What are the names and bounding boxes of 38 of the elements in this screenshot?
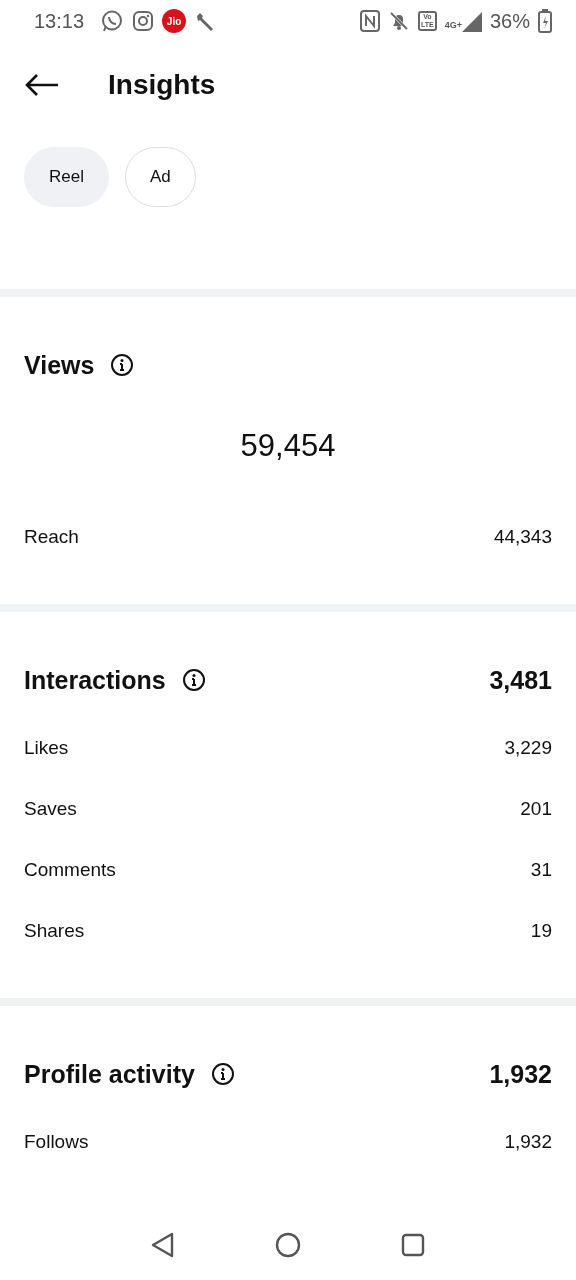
metric-label: Follows [24,1130,89,1155]
info-icon[interactable] [210,1062,235,1086]
network-label: 4G+ [444,18,462,32]
battery-charging-icon [538,9,552,33]
camera-icon [132,10,155,32]
nfc-icon [360,10,380,32]
page-title: Insights [108,68,216,102]
home-circle-icon[interactable] [275,1232,301,1258]
clock-text: 13:13 [34,9,85,34]
battery-percent: 36% [489,9,530,34]
metric-value: 31 [530,858,552,883]
recents-square-icon[interactable] [401,1233,425,1257]
metric-value: 19 [530,919,552,944]
filter-chip[interactable]: Reel [24,147,109,207]
info-icon[interactable] [181,668,206,692]
metric-value: 3,229 [504,736,552,761]
metric-label: Comments [24,858,116,883]
back-triangle-icon[interactable] [151,1232,175,1258]
section-total: 3,481 [489,665,552,696]
section-total: 1,932 [489,1059,552,1090]
filter-chip[interactable]: Ad [124,147,196,207]
back-arrow-icon[interactable] [24,73,60,97]
metric-label: Likes [24,736,69,761]
section-title: Interactions [24,665,166,696]
metric-value: 201 [520,797,552,822]
muted-bell-icon [388,10,410,32]
section-title: Profile activity [24,1059,195,1090]
metric-value: 1,932 [504,1130,552,1155]
metric-label: Shares [24,919,85,944]
signal-icon [461,10,482,32]
headline-value: 59,454 [239,428,337,464]
section-title: Views [24,350,95,381]
info-icon[interactable] [110,353,135,377]
carrier-badge: Jio [162,9,187,33]
metric-value: 44,343 [493,525,552,550]
metric-label: Saves [24,797,77,822]
metric-label: Reach [24,525,79,550]
chat-bubble-icon [100,9,125,33]
